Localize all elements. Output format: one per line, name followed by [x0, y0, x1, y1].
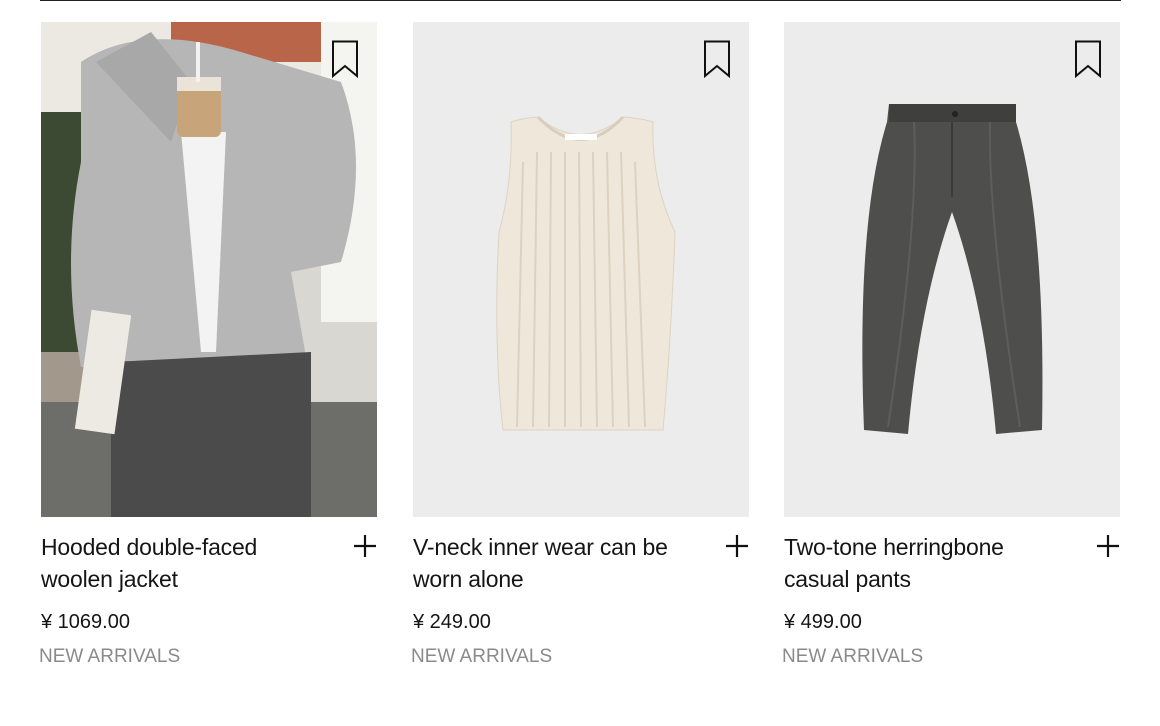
product-card[interactable]: Hooded double-faced woolen jacket ¥ 1069…	[39, 22, 380, 670]
plus-icon[interactable]	[722, 531, 752, 561]
product-card[interactable]: Two-tone herringbone casual pants ¥ 499.…	[782, 22, 1123, 670]
pants-photo	[784, 22, 1120, 517]
product-tag: NEW ARRIVALS	[39, 646, 181, 667]
bookmark-icon[interactable]	[703, 40, 731, 78]
product-card[interactable]: V-neck inner wear can be worn alone ¥ 24…	[411, 22, 752, 670]
product-image[interactable]	[413, 22, 749, 517]
plus-icon[interactable]	[350, 531, 380, 561]
product-tag: NEW ARRIVALS	[411, 646, 553, 667]
product-tag: NEW ARRIVALS	[782, 646, 924, 667]
top-divider	[40, 0, 1121, 1]
product-title[interactable]: Hooded double-faced woolen jacket	[41, 531, 301, 595]
bookmark-icon[interactable]	[1074, 40, 1102, 78]
product-title[interactable]: V-neck inner wear can be worn alone	[413, 531, 673, 595]
bookmark-icon[interactable]	[331, 40, 359, 78]
product-image[interactable]	[41, 22, 377, 517]
product-price: ¥ 249.00	[413, 611, 491, 633]
product-title[interactable]: Two-tone herringbone casual pants	[784, 531, 1044, 595]
product-image[interactable]	[784, 22, 1120, 517]
product-price: ¥ 499.00	[784, 611, 862, 633]
model-jacket-photo	[41, 22, 377, 517]
product-price: ¥ 1069.00	[41, 611, 130, 633]
plus-icon[interactable]	[1093, 531, 1123, 561]
tank-top-photo	[413, 22, 749, 517]
